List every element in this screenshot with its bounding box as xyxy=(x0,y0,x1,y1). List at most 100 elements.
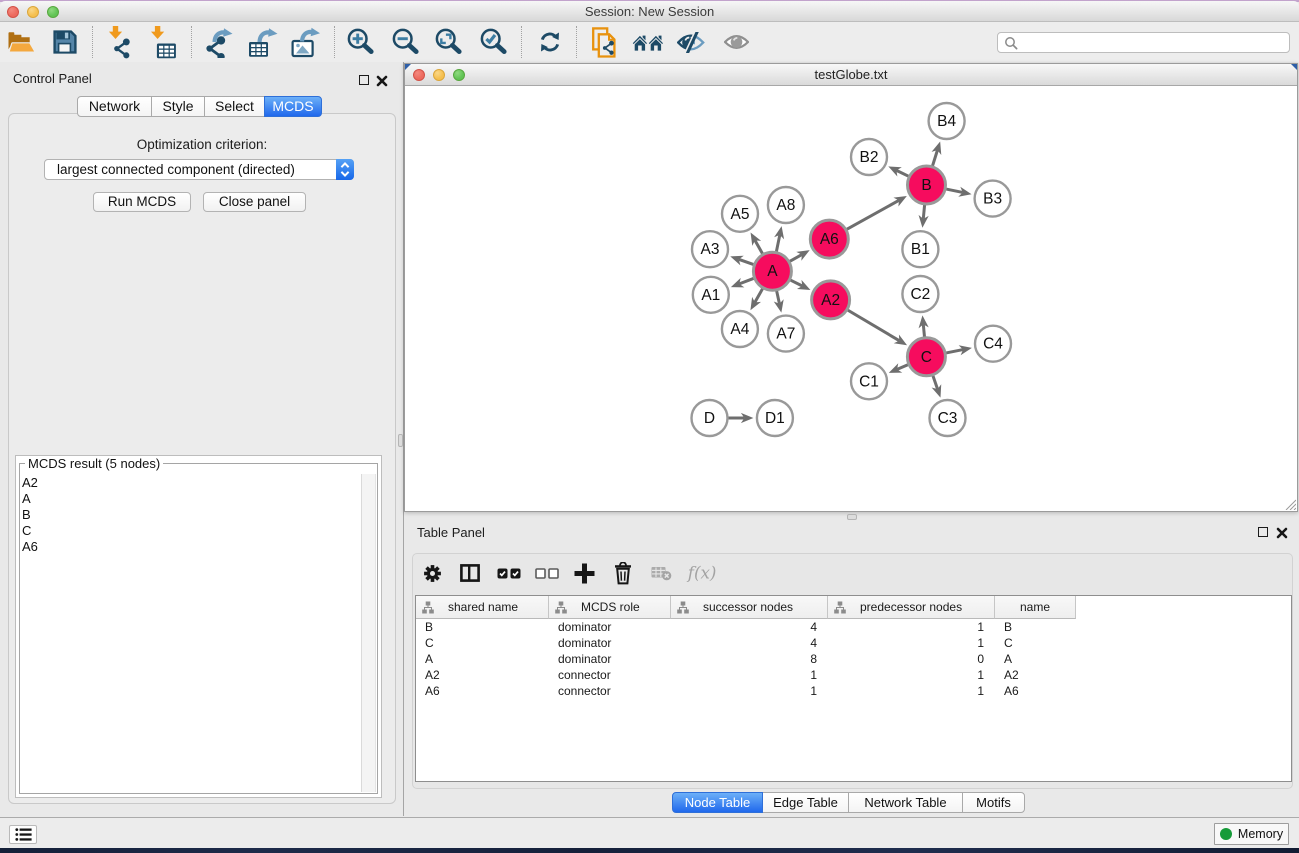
deselect-all-button[interactable] xyxy=(532,558,562,588)
import-table-button[interactable] xyxy=(147,25,181,59)
search-input[interactable] xyxy=(1018,36,1285,50)
tab-mcds[interactable]: MCDS xyxy=(264,96,322,117)
task-history-button[interactable] xyxy=(9,825,37,844)
edge-A-A8[interactable] xyxy=(776,235,780,252)
resize-grip-icon[interactable] xyxy=(1284,498,1296,510)
edge-B-B2[interactable] xyxy=(896,170,909,176)
graph-node-C3[interactable]: C3 xyxy=(930,400,966,436)
clone-network-button[interactable] xyxy=(587,25,621,59)
float-table-panel-icon[interactable] xyxy=(1258,527,1268,537)
vertical-splitter-handle[interactable] xyxy=(398,434,403,447)
horizontal-splitter-handle[interactable] xyxy=(847,514,857,520)
edge-A2-C[interactable] xyxy=(847,310,899,341)
graph-node-C4[interactable]: C4 xyxy=(975,326,1011,362)
graph-node-A7[interactable]: A7 xyxy=(768,316,804,352)
tab-network-table[interactable]: Network Table xyxy=(848,792,963,813)
edge-B-B1[interactable] xyxy=(923,204,924,218)
search-field[interactable] xyxy=(997,32,1290,53)
table-row[interactable]: Adominator80A xyxy=(416,651,1291,667)
graph-node-A1[interactable]: A1 xyxy=(693,277,729,313)
export-image-button[interactable] xyxy=(289,25,323,59)
first-neighbors-button[interactable] xyxy=(631,25,665,59)
zoom-selected-button[interactable] xyxy=(477,25,511,59)
edge-C-C3[interactable] xyxy=(933,375,938,389)
result-item[interactable]: B xyxy=(22,507,38,523)
edge-A-A4[interactable] xyxy=(755,288,763,302)
show-all-button[interactable] xyxy=(719,25,753,59)
graph-node-A8[interactable]: A8 xyxy=(768,187,804,223)
tab-style[interactable]: Style xyxy=(151,96,205,117)
edge-B-B4[interactable] xyxy=(932,150,937,166)
column-header-shared-name[interactable]: shared name xyxy=(416,596,549,619)
refresh-button[interactable] xyxy=(533,25,567,59)
result-item[interactable]: A6 xyxy=(22,539,38,555)
select-all-check-button[interactable] xyxy=(494,558,524,588)
graph-node-B2[interactable]: B2 xyxy=(851,139,887,175)
result-item[interactable]: A xyxy=(22,491,38,507)
graph-node-A[interactable]: A xyxy=(753,252,791,290)
edge-A-A2[interactable] xyxy=(790,280,802,286)
split-panel-button[interactable] xyxy=(455,558,485,588)
hide-selected-button[interactable] xyxy=(674,25,708,59)
tab-network[interactable]: Network xyxy=(77,96,152,117)
column-header-MCDS-role[interactable]: MCDS role xyxy=(549,596,671,619)
column-settings-button[interactable] xyxy=(417,558,447,588)
graph-node-A6[interactable]: A6 xyxy=(810,220,848,258)
graph-node-A4[interactable]: A4 xyxy=(722,311,758,347)
graph-node-B4[interactable]: B4 xyxy=(929,103,965,139)
column-header-name[interactable]: name xyxy=(995,596,1076,619)
graph-node-A5[interactable]: A5 xyxy=(722,196,758,232)
edge-A-A1[interactable] xyxy=(739,278,754,284)
table-row[interactable]: Bdominator41B xyxy=(416,619,1291,635)
edge-B-B3[interactable] xyxy=(946,189,963,193)
edge-A6-B[interactable] xyxy=(846,200,899,229)
close-panel-icon[interactable] xyxy=(376,74,388,86)
edge-A-A7[interactable] xyxy=(777,290,780,304)
run-mcds-button[interactable]: Run MCDS xyxy=(93,192,191,212)
graph-node-D[interactable]: D xyxy=(692,400,728,436)
graph-node-B3[interactable]: B3 xyxy=(975,181,1011,217)
close-table-panel-icon[interactable] xyxy=(1276,526,1288,538)
float-panel-icon[interactable] xyxy=(359,75,369,85)
result-item[interactable]: A2 xyxy=(22,475,38,491)
edge-C-C1[interactable] xyxy=(897,364,908,369)
import-network-button[interactable] xyxy=(103,25,137,59)
table-row[interactable]: Cdominator41C xyxy=(416,635,1291,651)
tab-motifs[interactable]: Motifs xyxy=(962,792,1025,813)
tab-edge-table[interactable]: Edge Table xyxy=(762,792,849,813)
delete-column-button[interactable] xyxy=(608,558,638,588)
edge-A-A6[interactable] xyxy=(789,255,801,262)
graph-node-C1[interactable]: C1 xyxy=(851,363,887,399)
export-table-button[interactable] xyxy=(245,25,279,59)
zoom-fit-button[interactable] xyxy=(432,25,466,59)
result-scrollbar[interactable] xyxy=(361,474,376,792)
save-session-button[interactable] xyxy=(48,25,82,59)
table-row[interactable]: A6connector11A6 xyxy=(416,683,1291,699)
graph-node-D1[interactable]: D1 xyxy=(757,400,793,436)
zoom-out-button[interactable] xyxy=(389,25,423,59)
open-session-button[interactable] xyxy=(4,25,38,59)
graph-node-B[interactable]: B xyxy=(908,166,946,204)
mcds-result-list[interactable]: A2ABCA6 xyxy=(22,475,38,555)
edge-C-C4[interactable] xyxy=(946,350,964,353)
edge-C-C2[interactable] xyxy=(923,324,924,337)
zoom-in-button[interactable] xyxy=(344,25,378,59)
graph-node-A3[interactable]: A3 xyxy=(692,231,728,267)
edge-A-A3[interactable] xyxy=(739,259,754,264)
graph-node-A2[interactable]: A2 xyxy=(812,281,850,319)
network-canvas[interactable]: AA1A2A3A4A5A6A7A8BB1B2B3B4CC1C2C3C4DD1 xyxy=(406,87,1297,511)
column-header-successor-nodes[interactable]: successor nodes xyxy=(671,596,828,619)
tab-node-table[interactable]: Node Table xyxy=(672,792,763,813)
column-header-predecessor-nodes[interactable]: predecessor nodes xyxy=(828,596,995,619)
close-panel-button[interactable]: Close panel xyxy=(203,192,306,212)
memory-button[interactable]: Memory xyxy=(1214,823,1289,845)
graph-node-C[interactable]: C xyxy=(907,338,945,376)
tab-select[interactable]: Select xyxy=(204,96,265,117)
graph-node-B1[interactable]: B1 xyxy=(902,231,938,267)
result-item[interactable]: C xyxy=(22,523,38,539)
export-network-button[interactable] xyxy=(201,25,235,59)
edge-A-A5[interactable] xyxy=(755,240,763,254)
table-row[interactable]: A2connector11A2 xyxy=(416,667,1291,683)
add-column-button[interactable] xyxy=(570,558,600,588)
criterion-dropdown[interactable]: largest connected component (directed) xyxy=(44,159,354,180)
